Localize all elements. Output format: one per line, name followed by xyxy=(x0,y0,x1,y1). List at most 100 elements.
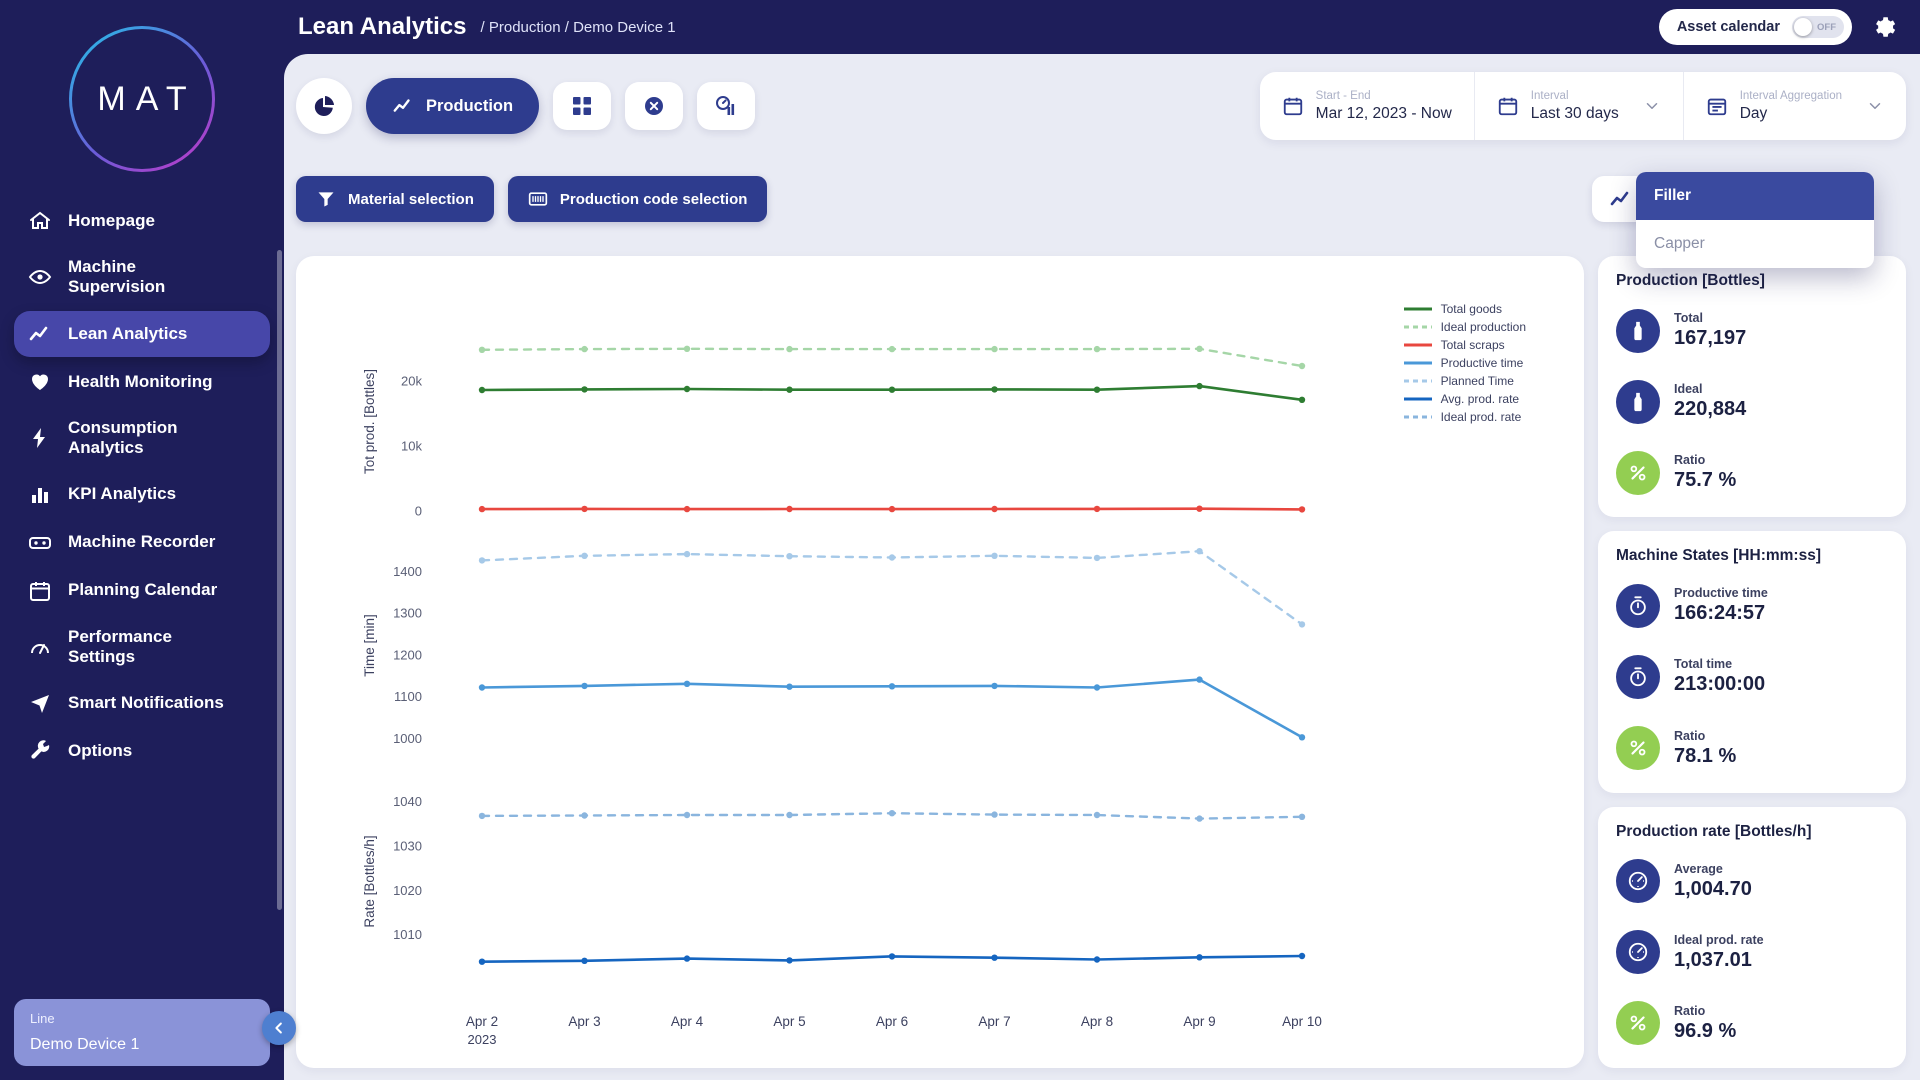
sidebar-item-health-monitoring[interactable]: Health Monitoring xyxy=(14,359,270,405)
legend-item-planned-time[interactable]: Planned Time xyxy=(1403,374,1526,388)
funnel-icon xyxy=(316,189,336,209)
sidebar-item-kpi-analytics[interactable]: KPI Analytics xyxy=(14,472,270,518)
bolt-icon xyxy=(28,426,52,450)
stat-label: Total xyxy=(1674,311,1746,325)
stat-label: Ratio xyxy=(1674,453,1736,467)
legend-item-total-scraps[interactable]: Total scraps xyxy=(1403,338,1526,352)
brand-logo: MAT xyxy=(69,26,215,172)
material-selection-button[interactable]: Material selection xyxy=(296,176,494,222)
sidebar-nav: Homepage Machine Supervision Lean Analyt… xyxy=(0,198,284,774)
dropdown-option-capper[interactable]: Capper xyxy=(1636,220,1874,268)
stat-card-machine-states-hh-mm-ss: Machine States [HH:mm:ss] Productive tim… xyxy=(1598,531,1906,792)
chart-legend: Total goods Ideal production Total scraps P… xyxy=(1403,302,1526,424)
stat-value: 78.1 % xyxy=(1674,745,1736,768)
svg-text:Apr 3: Apr 3 xyxy=(568,1014,600,1029)
device-selector-card[interactable]: Line Demo Device 1 xyxy=(14,999,270,1066)
stat-row: Total time 213:00:00 xyxy=(1616,655,1888,699)
home-icon xyxy=(28,209,52,233)
sidebar-item-homepage[interactable]: Homepage xyxy=(14,198,270,244)
sidebar-item-label: Lean Analytics xyxy=(68,324,187,344)
legend-swatch xyxy=(1403,414,1433,420)
topbar-right: Asset calendar OFF xyxy=(1659,9,1896,45)
view-toolbar: Production Start - End Mar 12 xyxy=(296,72,1906,140)
legend-item-ideal-prod-rate[interactable]: Ideal prod. rate xyxy=(1403,410,1526,424)
device-selector-value: Demo Device 1 xyxy=(30,1036,254,1054)
stat-value: 220,884 xyxy=(1674,398,1746,421)
sidebar-item-machine-recorder[interactable]: Machine Recorder xyxy=(14,520,270,566)
scraps-view-button[interactable] xyxy=(625,82,683,130)
sidebar-item-planning-calendar[interactable]: Planning Calendar xyxy=(14,568,270,614)
legend-swatch xyxy=(1403,306,1433,312)
stat-value: 1,004.70 xyxy=(1674,878,1752,901)
stat-value: 213:00:00 xyxy=(1674,673,1765,696)
production-tab-label: Production xyxy=(426,97,513,116)
sidebar-item-options[interactable]: Options xyxy=(14,728,270,774)
grid-view-button[interactable] xyxy=(553,82,611,130)
svg-text:1030: 1030 xyxy=(393,839,422,854)
sidebar-collapse-button[interactable] xyxy=(262,1011,296,1045)
filter-card: Start - End Mar 12, 2023 - Now Interval … xyxy=(1260,72,1906,140)
asset-calendar-toggle[interactable]: OFF xyxy=(1792,16,1844,38)
chevron-down-icon xyxy=(1643,97,1661,115)
legend-label: Productive time xyxy=(1441,356,1524,370)
sidebar-item-label: Smart Notifications xyxy=(68,693,224,713)
sidebar-item-label: Machine Supervision xyxy=(68,257,226,298)
sidebar-item-performance-settings[interactable]: Performance Settings xyxy=(14,616,270,679)
legend-swatch xyxy=(1403,342,1433,348)
grid-icon xyxy=(570,94,594,118)
aggregation-select[interactable]: Interval Aggregation Day xyxy=(1683,72,1906,140)
interval-select[interactable]: Interval Last 30 days xyxy=(1474,72,1683,140)
content-area: Production Start - End Mar 12 xyxy=(284,54,1920,1080)
chevron-down-icon xyxy=(1866,97,1884,115)
svg-text:Apr 7: Apr 7 xyxy=(978,1014,1010,1029)
chart-panel-0: 010k20kTot prod. [Bottles] xyxy=(302,274,1582,524)
legend-item-productive-time[interactable]: Productive time xyxy=(1403,356,1526,370)
start-end-label: Start - End xyxy=(1316,90,1452,102)
legend-item-ideal-production[interactable]: Ideal production xyxy=(1403,320,1526,334)
percent-icon xyxy=(1616,451,1660,495)
settings-gear-button[interactable] xyxy=(1870,14,1896,40)
stopwatch-icon xyxy=(1616,584,1660,628)
sidebar-scrollbar[interactable] xyxy=(277,250,282,910)
svg-text:Apr 5: Apr 5 xyxy=(773,1014,805,1029)
svg-text:10k: 10k xyxy=(401,438,422,453)
stat-row: Ratio 96.9 % xyxy=(1616,1001,1888,1045)
production-tab-button[interactable]: Production xyxy=(366,78,539,134)
stat-row: Ratio 75.7 % xyxy=(1616,451,1888,495)
legend-item-avg-prod-rate[interactable]: Avg. prod. rate xyxy=(1403,392,1526,406)
sidebar-item-smart-notifications[interactable]: Smart Notifications xyxy=(14,680,270,726)
legend-swatch xyxy=(1403,396,1433,402)
legend-label: Total goods xyxy=(1441,302,1502,316)
chart-x-axis: Apr 22023Apr 3Apr 4Apr 5Apr 6Apr 7Apr 8A… xyxy=(302,1004,1582,1062)
stat-card-title: Production [Bottles] xyxy=(1616,272,1888,290)
svg-text:Time [min]: Time [min] xyxy=(362,614,377,677)
sidebar-item-machine-supervision[interactable]: Machine Supervision xyxy=(14,246,270,309)
legend-item-total-goods[interactable]: Total goods xyxy=(1403,302,1526,316)
stat-value: 1,037.01 xyxy=(1674,949,1764,972)
chevron-left-icon xyxy=(270,1019,288,1037)
rate-view-button[interactable] xyxy=(697,82,755,130)
start-end-field[interactable]: Start - End Mar 12, 2023 - Now xyxy=(1260,72,1474,140)
stat-card-title: Machine States [HH:mm:ss] xyxy=(1616,547,1888,565)
send-icon xyxy=(28,691,52,715)
production-code-selection-button[interactable]: Production code selection xyxy=(508,176,768,222)
sidebar-item-consumption-analytics[interactable]: Consumption Analytics xyxy=(14,407,270,470)
chart-panel-1: 10001100120013001400Time [min] xyxy=(302,524,1582,764)
stat-label: Ratio xyxy=(1674,729,1736,743)
legend-swatch xyxy=(1403,324,1433,330)
percent-icon xyxy=(1616,1001,1660,1045)
toggle-state: OFF xyxy=(1817,22,1836,33)
dropdown-option-filler[interactable]: Filler xyxy=(1636,172,1874,220)
speedometer-icon xyxy=(1616,859,1660,903)
sidebar-item-label: Planning Calendar xyxy=(68,580,217,600)
svg-text:1040: 1040 xyxy=(393,794,422,809)
stat-row: Total 167,197 xyxy=(1616,309,1888,353)
sidebar-item-label: Consumption Analytics xyxy=(68,418,226,459)
main-column: Lean Analytics / Production / Demo Devic… xyxy=(284,0,1920,1080)
pie-chart-view-button[interactable] xyxy=(296,78,352,134)
svg-text:1000: 1000 xyxy=(393,731,422,746)
legend-swatch xyxy=(1403,360,1433,366)
sidebar-item-lean-analytics[interactable]: Lean Analytics xyxy=(14,311,270,357)
stat-label: Total time xyxy=(1674,657,1765,671)
calendar-icon xyxy=(1497,95,1519,117)
